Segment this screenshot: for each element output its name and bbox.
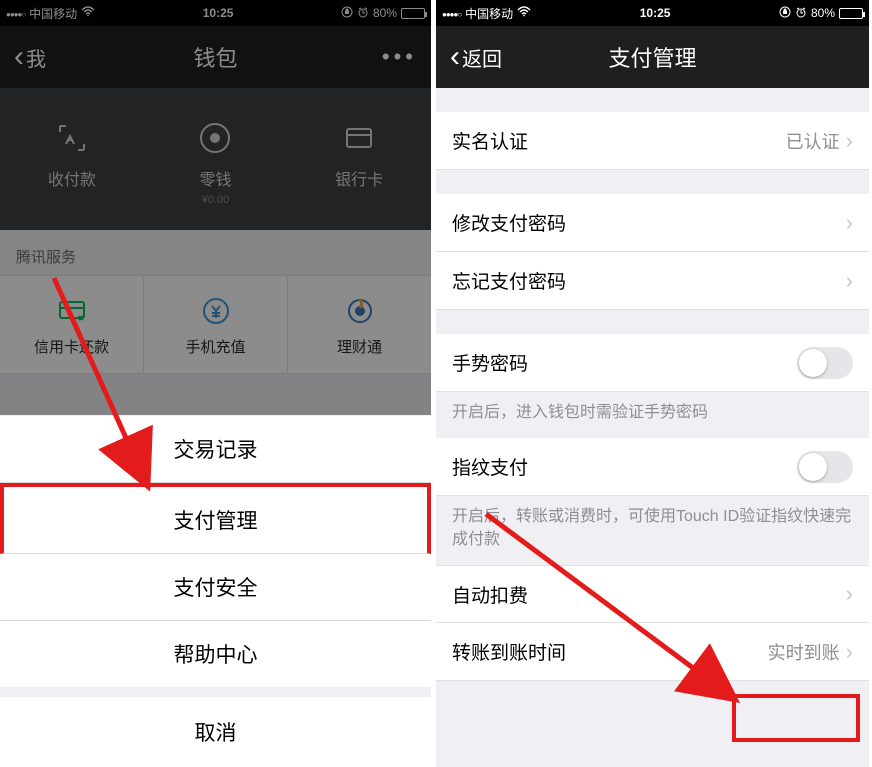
service-label: 理财通 <box>292 336 427 357</box>
note-fingerprint: 开启后，转账或消费时，可使用Touch ID验证指纹快速完成付款 <box>436 496 869 565</box>
service-credit-card[interactable]: 信用卡还款 <box>0 275 144 374</box>
chevron-right-icon: › <box>846 581 853 607</box>
status-time: 10:25 <box>99 6 337 20</box>
cell-label: 自动扣费 <box>452 581 846 608</box>
card-icon <box>288 116 430 160</box>
cell-label: 手势密码 <box>452 349 797 376</box>
cell-value: 实时到账 <box>768 639 840 665</box>
cell-gesture-password[interactable]: 手势密码 <box>436 334 869 392</box>
balance-icon <box>144 116 286 160</box>
wifi-icon <box>81 6 95 20</box>
navbar-payment-manage: ‹ 返回 支付管理 <box>436 26 869 88</box>
service-phone-recharge[interactable]: 手机充值 <box>144 275 288 374</box>
credit-card-icon <box>4 294 139 328</box>
service-licai[interactable]: 理财通 <box>288 275 431 374</box>
back-button[interactable]: ‹ 返回 <box>450 42 502 72</box>
cell-label: 修改支付密码 <box>452 209 846 236</box>
wallet-cards[interactable]: 银行卡 <box>288 116 430 206</box>
section-tencent-services: 腾讯服务 <box>0 230 431 275</box>
nav-title: 钱包 <box>0 41 431 73</box>
chevron-right-icon: › <box>846 268 853 294</box>
chevron-right-icon: › <box>846 210 853 236</box>
cell-forgot-password[interactable]: 忘记支付密码 › <box>436 252 869 310</box>
wallet-header: 收付款 零钱 ¥0.00 银行卡 <box>0 88 431 230</box>
portrait-lock-icon <box>779 6 791 21</box>
cell-change-password[interactable]: 修改支付密码 › <box>436 194 869 252</box>
phone-left-wallet: ●●●●○ 中国移动 10:25 80% ‹ 我 钱包 ••• <box>0 0 433 767</box>
carrier-label: 中国移动 <box>29 5 77 22</box>
note-gesture: 开启后，进入钱包时需验证手势密码 <box>436 392 869 438</box>
recharge-icon <box>148 294 283 328</box>
battery-pct: 80% <box>811 6 835 20</box>
sheet-cancel[interactable]: 取消 <box>0 697 431 767</box>
cell-label: 实名认证 <box>452 127 786 154</box>
sheet-help-center[interactable]: 帮助中心 <box>0 621 431 687</box>
sheet-transactions[interactable]: 交易记录 <box>0 416 431 483</box>
action-sheet: 交易记录 支付管理 支付安全 帮助中心 取消 <box>0 416 431 767</box>
back-label: 返回 <box>462 43 502 72</box>
balance-amount: ¥0.00 <box>144 194 286 206</box>
balance-label: 零钱 <box>144 166 286 190</box>
wifi-icon <box>517 6 531 20</box>
battery-icon <box>401 8 425 19</box>
sheet-payment-security[interactable]: 支付安全 <box>0 554 431 621</box>
cell-label: 转账到账时间 <box>452 638 768 665</box>
alarm-icon <box>357 6 369 21</box>
switch-gesture[interactable] <box>797 347 853 379</box>
cell-fingerprint-pay[interactable]: 指纹支付 <box>436 438 869 496</box>
cell-realname-auth[interactable]: 实名认证 已认证 › <box>436 112 869 170</box>
licai-icon <box>292 294 427 328</box>
status-time: 10:25 <box>535 6 775 20</box>
signal-dots-icon: ●●●●○ <box>442 6 461 20</box>
alarm-icon <box>795 6 807 21</box>
cell-value: 已认证 <box>786 128 840 154</box>
more-button[interactable]: ••• <box>382 44 417 70</box>
signal-dots-icon: ●●●●○ <box>6 6 25 20</box>
chevron-left-icon: ‹ <box>450 42 460 72</box>
cell-label: 忘记支付密码 <box>452 267 846 294</box>
cell-transfer-time[interactable]: 转账到账时间 实时到账 › <box>436 623 869 681</box>
services-grid: 信用卡还款 手机充值 理财通 <box>0 275 431 374</box>
switch-fingerprint[interactable] <box>797 451 853 483</box>
navbar-wallet: ‹ 我 钱包 ••• <box>0 26 431 88</box>
phone-right-payment-manage: ●●●●○ 中国移动 10:25 80% ‹ 返回 支付管理 实名认证 已认证 … <box>436 0 869 767</box>
pay-receive-label: 收付款 <box>1 166 143 190</box>
card-label: 银行卡 <box>288 166 430 190</box>
annotation-highlight-transfer <box>732 694 860 742</box>
wallet-balance[interactable]: 零钱 ¥0.00 <box>144 116 286 206</box>
service-label: 手机充值 <box>148 336 283 357</box>
status-bar: ●●●●○ 中国移动 10:25 80% <box>436 0 869 26</box>
chevron-right-icon: › <box>846 639 853 665</box>
battery-icon <box>839 8 863 19</box>
portrait-lock-icon <box>341 6 353 21</box>
status-bar: ●●●●○ 中国移动 10:25 80% <box>0 0 431 26</box>
back-label: 我 <box>26 43 46 72</box>
chevron-left-icon: ‹ <box>14 42 24 72</box>
service-label: 信用卡还款 <box>4 336 139 357</box>
cell-auto-deduct[interactable]: 自动扣费 › <box>436 565 869 623</box>
wallet-pay-receive[interactable]: 收付款 <box>1 116 143 206</box>
cell-label: 指纹支付 <box>452 453 797 480</box>
chevron-right-icon: › <box>846 128 853 154</box>
back-button[interactable]: ‹ 我 <box>14 42 46 72</box>
pay-receive-icon <box>1 116 143 160</box>
battery-pct: 80% <box>373 6 397 20</box>
carrier-label: 中国移动 <box>465 5 513 22</box>
sheet-payment-manage[interactable]: 支付管理 <box>0 483 431 554</box>
